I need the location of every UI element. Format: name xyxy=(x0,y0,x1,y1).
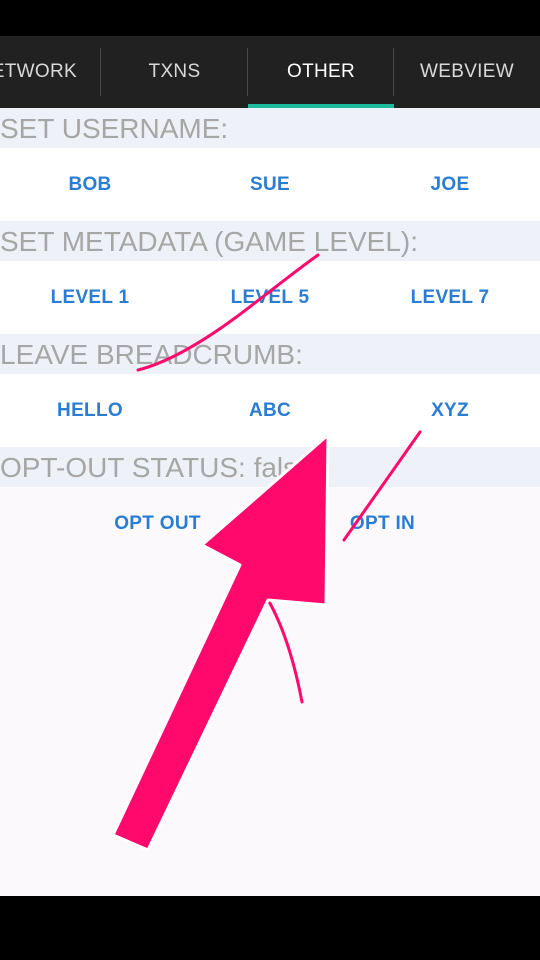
tab-webview[interactable]: WEBVIEW xyxy=(394,36,540,108)
abc-button[interactable]: ABC xyxy=(180,400,360,422)
tab-network-label: NETWORK xyxy=(0,61,77,82)
tab-other[interactable]: OTHER xyxy=(247,36,394,108)
tab-other-label: OTHER xyxy=(286,61,355,82)
navigation-bar xyxy=(0,896,540,960)
breadcrumb-button-row: HELLO ABC XYZ xyxy=(0,374,540,447)
opt-out-status-header: OPT-OUT STATUS: false xyxy=(0,447,540,487)
hello-button[interactable]: HELLO xyxy=(0,400,180,422)
bob-button[interactable]: BOB xyxy=(0,174,180,196)
level-1-button[interactable]: LEVEL 1 xyxy=(0,287,180,309)
set-username-header: SET USERNAME: xyxy=(0,108,540,148)
tab-network[interactable]: NETWORK xyxy=(0,36,101,108)
level-7-button[interactable]: LEVEL 7 xyxy=(360,287,540,309)
status-bar xyxy=(0,0,540,36)
tab-webview-label: WEBVIEW xyxy=(420,61,514,82)
set-metadata-header: SET METADATA (GAME LEVEL): xyxy=(0,221,540,261)
leave-breadcrumb-header: LEAVE BREADCRUMB: xyxy=(0,334,540,374)
content-area: SET USERNAME: BOB SUE JOE SET METADATA (… xyxy=(0,108,540,896)
metadata-button-row: LEVEL 1 LEVEL 5 LEVEL 7 xyxy=(0,261,540,334)
opt-button-row: OPT OUT OPT IN xyxy=(0,487,540,560)
xyz-button[interactable]: XYZ xyxy=(360,400,540,422)
tab-bar: NETWORK TXNS OTHER WEBVIEW xyxy=(0,36,540,108)
opt-in-button[interactable]: OPT IN xyxy=(270,513,495,535)
tab-txns[interactable]: TXNS xyxy=(101,36,248,108)
sue-button[interactable]: SUE xyxy=(180,174,360,196)
username-button-row: BOB SUE JOE xyxy=(0,148,540,221)
joe-button[interactable]: JOE xyxy=(360,174,540,196)
level-5-button[interactable]: LEVEL 5 xyxy=(180,287,360,309)
tab-txns-label: TXNS xyxy=(148,61,201,82)
opt-out-button[interactable]: OPT OUT xyxy=(45,513,270,535)
